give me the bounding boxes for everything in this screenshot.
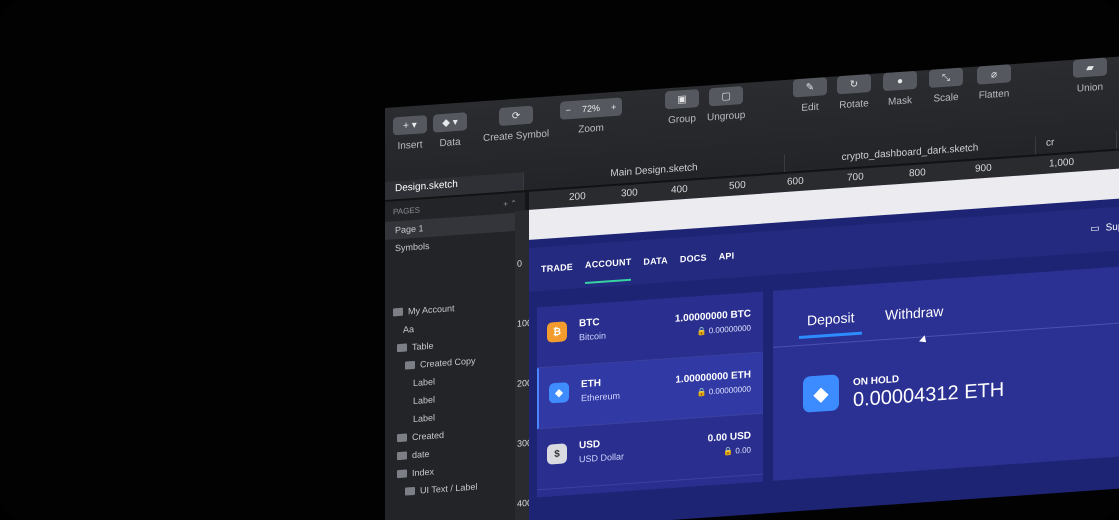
folder-icon xyxy=(397,433,407,443)
chat-icon: ▭ xyxy=(1090,223,1100,235)
dollar-icon: $ xyxy=(547,443,567,465)
layers-sidebar: PAGES + ⌃ Page 1 Symbols My Account Aa T… xyxy=(385,192,525,520)
folder-icon xyxy=(397,343,407,353)
ungroup-icon: ▢ xyxy=(709,85,744,107)
layers-icon: ◆ ▾ xyxy=(433,112,467,133)
edit-icon: ✎ xyxy=(793,77,827,98)
zoom-out-icon[interactable]: − xyxy=(566,105,571,115)
artboard-canvas: TRADE ACCOUNT DATA DOCS API ▭ Supp ₿ BTC… xyxy=(529,167,1119,520)
union-icon: ▰ xyxy=(1073,57,1107,78)
pages-title: PAGES xyxy=(393,205,420,216)
flatten-icon: ⌀ xyxy=(977,64,1011,85)
add-page-icon[interactable]: + ⌃ xyxy=(503,198,517,208)
asset-list: ₿ BTC Bitcoin 1.00000000 BTC 🔒 0.0000000… xyxy=(537,291,763,498)
sketch-window: + ▾ Insert ◆ ▾ Data ⟳ Create Symbol − 72… xyxy=(385,56,1119,520)
symbol-icon: ⟳ xyxy=(499,105,534,127)
nav-trade[interactable]: TRADE xyxy=(541,262,573,274)
data-button[interactable]: ◆ ▾ Data xyxy=(433,112,467,149)
zoom-value: 72% xyxy=(581,102,600,115)
zoom-in-icon[interactable]: + xyxy=(611,102,616,112)
ethereum-icon: ◆ xyxy=(549,382,569,404)
lock-icon: 🔒 xyxy=(696,387,707,398)
scale-button[interactable]: ⤡ Scale xyxy=(929,67,963,105)
folder-icon xyxy=(393,307,403,317)
lock-icon: 🔒 xyxy=(696,326,707,337)
folder-icon xyxy=(405,486,415,496)
group-button[interactable]: ▣ Group xyxy=(665,89,699,126)
nav-account[interactable]: ACCOUNT xyxy=(585,244,632,285)
flatten-button[interactable]: ⌀ Flatten xyxy=(977,64,1011,101)
rotate-icon: ↻ xyxy=(837,74,871,95)
lock-icon: 🔒 xyxy=(723,446,734,457)
zoom-control[interactable]: − 72% + Zoom xyxy=(560,97,622,136)
ruler-vertical: 0 100 200 300 400 xyxy=(515,209,532,520)
plus-icon: + ▾ xyxy=(393,115,427,136)
screen-frame: + ▾ Insert ◆ ▾ Data ⟳ Create Symbol − 72… xyxy=(0,0,1119,520)
ungroup-button[interactable]: ▢ Ungroup xyxy=(707,85,745,123)
nav-data[interactable]: DATA xyxy=(643,255,667,267)
mouse-cursor-icon xyxy=(919,335,929,346)
folder-icon xyxy=(397,451,407,461)
union-button[interactable]: ▰ Union xyxy=(1073,57,1107,95)
folder-icon xyxy=(397,469,407,479)
nav-api[interactable]: API xyxy=(719,251,735,262)
mask-icon: ● xyxy=(883,70,917,92)
edit-button[interactable]: ✎ Edit xyxy=(793,77,827,114)
insert-button[interactable]: + ▾ Insert xyxy=(393,115,427,152)
support-link[interactable]: ▭ Supp xyxy=(1090,221,1119,235)
group-icon: ▣ xyxy=(665,89,699,110)
nav-docs[interactable]: DOCS xyxy=(680,253,707,265)
create-symbol-button[interactable]: ⟳ Create Symbol xyxy=(483,105,549,144)
mask-button[interactable]: ● Mask xyxy=(883,70,917,108)
tab-deposit[interactable]: Deposit xyxy=(807,309,854,328)
layer-list: My Account Aa Table Created Copy Label L… xyxy=(385,294,525,502)
bitcoin-icon: ₿ xyxy=(547,321,567,343)
tab-withdraw[interactable]: Withdraw xyxy=(885,303,943,323)
folder-icon xyxy=(405,360,415,370)
ethereum-large-icon: ◆ xyxy=(803,374,839,413)
deposit-panel: Deposit Withdraw ◆ ON HOLD 0.00004312 ET… xyxy=(773,265,1119,481)
panel-tabs: Deposit Withdraw xyxy=(773,281,1119,348)
rotate-button[interactable]: ↻ Rotate xyxy=(837,74,871,111)
scale-icon: ⤡ xyxy=(929,67,963,88)
